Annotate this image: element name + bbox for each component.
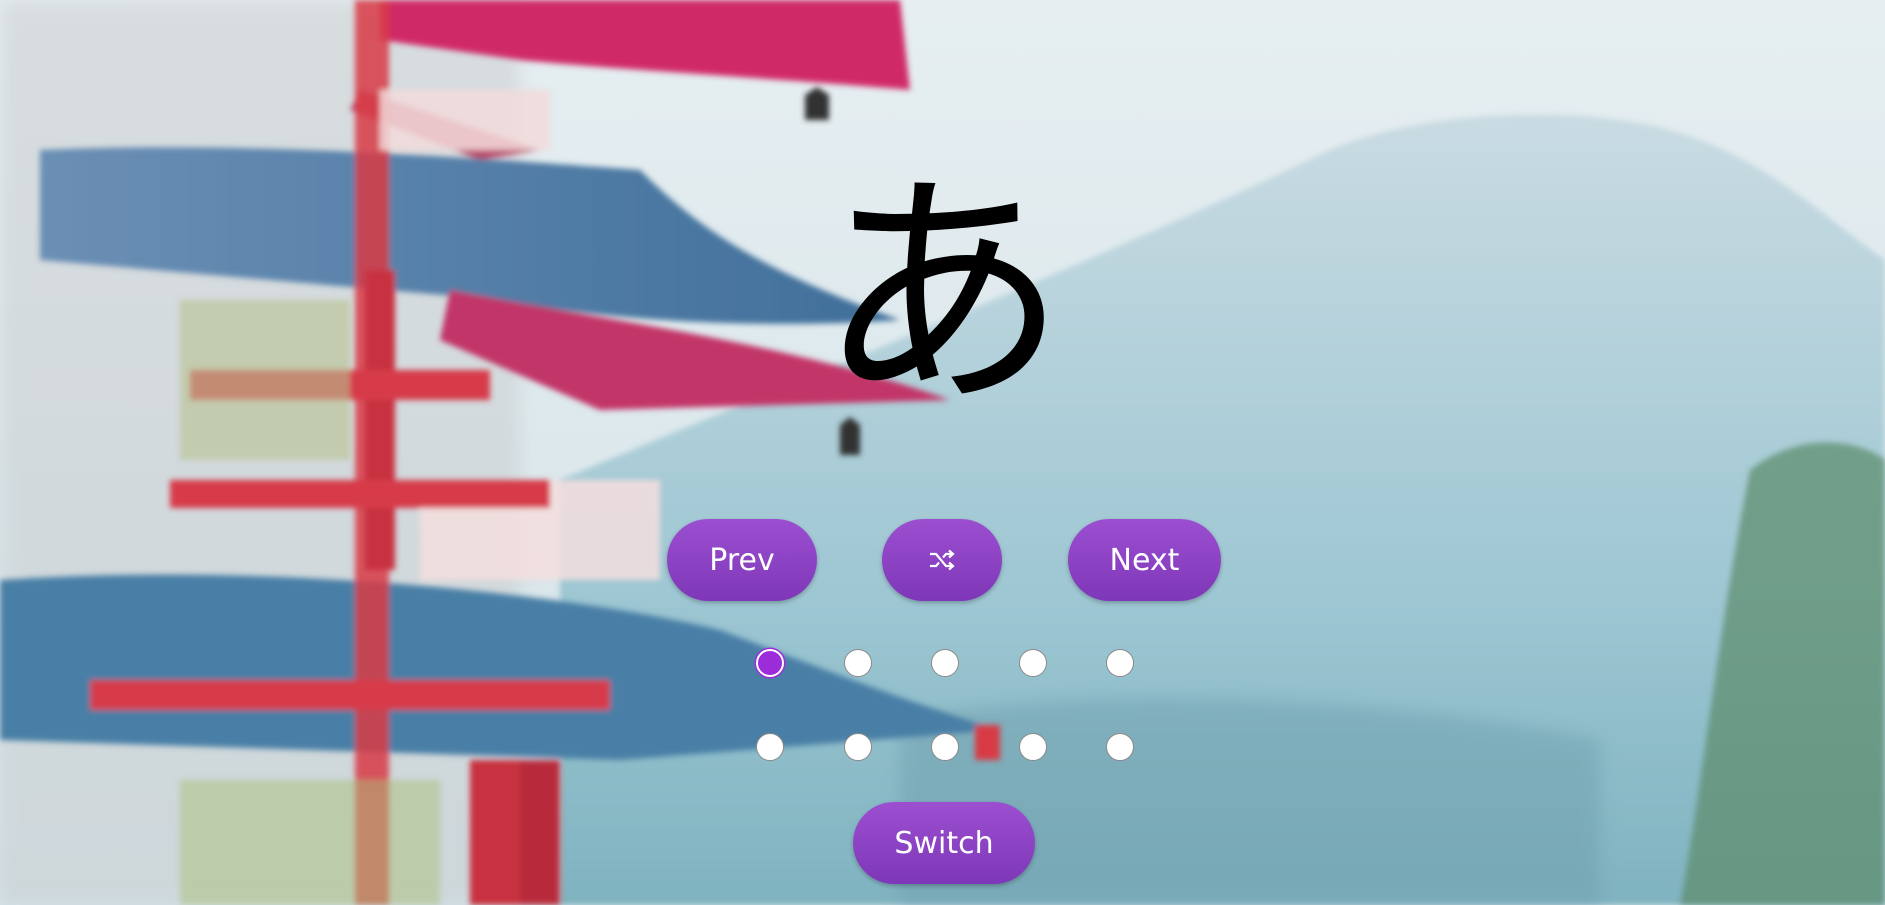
shuffle-icon: [928, 549, 956, 571]
switch-button-label: Switch: [894, 825, 994, 861]
page-dot-4[interactable]: [1019, 649, 1047, 677]
prev-button-label: Prev: [709, 542, 775, 578]
page-dot-3[interactable]: [931, 649, 959, 677]
page-dot-9[interactable]: [1019, 733, 1047, 761]
shuffle-button[interactable]: [882, 519, 1002, 601]
page-dot-7[interactable]: [844, 733, 872, 761]
kana-character: あ: [817, 149, 1068, 440]
flashcard-app: あ Prev Next Switch: [0, 0, 1885, 905]
switch-button[interactable]: Switch: [853, 802, 1035, 884]
page-dot-10[interactable]: [1106, 733, 1134, 761]
next-button-label: Next: [1109, 542, 1180, 578]
next-button[interactable]: Next: [1068, 519, 1221, 601]
background-watercolor-image: [0, 0, 1885, 905]
prev-button[interactable]: Prev: [667, 519, 817, 601]
page-dot-6[interactable]: [756, 733, 784, 761]
page-dot-1[interactable]: [756, 649, 784, 677]
page-dot-2[interactable]: [844, 649, 872, 677]
page-dot-8[interactable]: [931, 733, 959, 761]
page-dot-5[interactable]: [1106, 649, 1134, 677]
